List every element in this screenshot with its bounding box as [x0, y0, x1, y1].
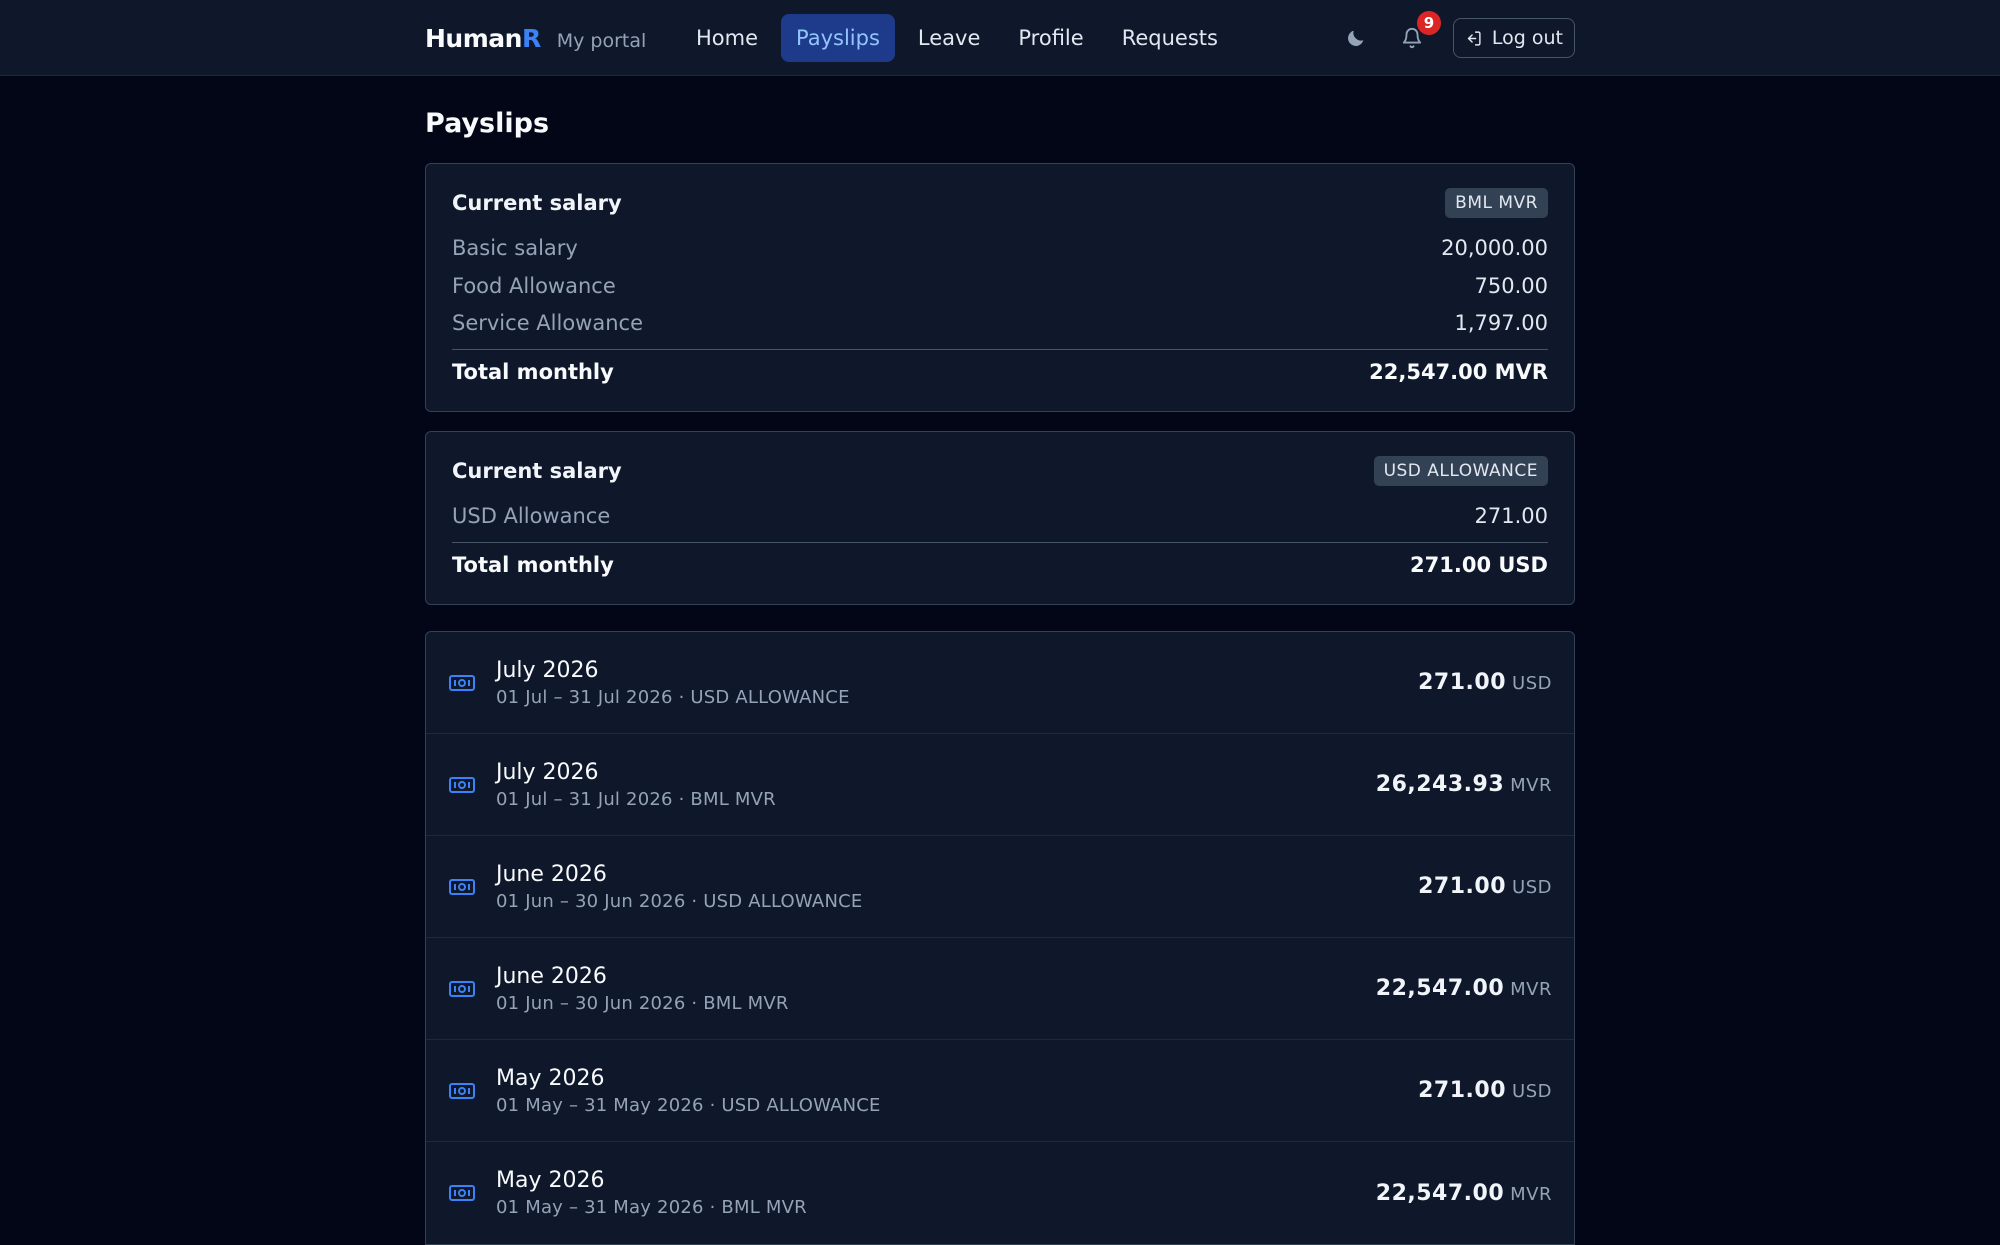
payslip-text: June 2026 01 Jun – 30 Jun 2026 · USD ALL…	[496, 862, 1418, 912]
payslip-amount: 22,547.00 MVR	[1376, 976, 1552, 1001]
payslip-currency: USD	[1512, 673, 1552, 694]
banknote-icon	[449, 674, 475, 691]
card-header: Current salary BML MVR	[452, 188, 1548, 218]
brand-subtitle: My portal	[556, 29, 647, 52]
payslip-amount-value: 271.00	[1418, 874, 1507, 899]
payslip-item[interactable]: July 2026 01 Jul – 31 Jul 2026 · BML MVR…	[426, 734, 1574, 836]
notifications-button[interactable]: 9	[1397, 11, 1441, 53]
salary-row-value: 1,797.00	[1454, 311, 1548, 335]
nav-profile[interactable]: Profile	[1003, 14, 1098, 62]
nav-requests[interactable]: Requests	[1107, 14, 1233, 62]
card-title: Current salary	[452, 459, 622, 483]
payslip-item[interactable]: June 2026 01 Jun – 30 Jun 2026 · USD ALL…	[426, 836, 1574, 938]
payslip-amount: 26,243.93 MVR	[1376, 772, 1552, 797]
main-content: Payslips Current salary BML MVR Basic sa…	[425, 76, 1575, 1245]
salary-row: Food Allowance 750.00	[452, 268, 1548, 306]
main-nav: Home Payslips Leave Profile Requests	[681, 14, 1233, 62]
payslip-amount: 22,547.00 MVR	[1376, 1181, 1552, 1206]
salary-row: Basic salary 20,000.00	[452, 230, 1548, 268]
payslip-text: June 2026 01 Jun – 30 Jun 2026 · BML MVR	[496, 964, 1376, 1014]
salary-row-label: Service Allowance	[452, 311, 643, 335]
payslip-date-range: 01 Jun – 30 Jun 2026 · USD ALLOWANCE	[496, 890, 863, 912]
payslip-date-range: 01 Jul – 31 Jul 2026 · BML MVR	[496, 788, 776, 810]
payslip-period: July 2026	[496, 759, 599, 785]
moon-icon	[1347, 30, 1364, 46]
theme-toggle-button[interactable]	[1341, 23, 1371, 53]
payslip-item[interactable]: June 2026 01 Jun – 30 Jun 2026 · BML MVR…	[426, 938, 1574, 1040]
payslip-period: May 2026	[496, 1168, 605, 1193]
salary-card-usd: Current salary USD ALLOWANCE USD Allowan…	[425, 431, 1575, 605]
logout-label: Log out	[1491, 27, 1563, 49]
payslip-item[interactable]: July 2026 01 Jul – 31 Jul 2026 · USD ALL…	[426, 632, 1574, 734]
salary-row-value: 750.00	[1474, 273, 1548, 298]
payslip-item[interactable]: May 2026 01 May – 31 May 2026 · USD ALLO…	[426, 1040, 1574, 1142]
salary-row-value: 271.00	[1474, 504, 1548, 528]
payslip-text: July 2026 01 Jul – 31 Jul 2026 · BML MVR	[496, 760, 1376, 810]
payslip-date-range: 01 Jun – 30 Jun 2026 · BML MVR	[496, 992, 789, 1014]
card-header: Current salary USD ALLOWANCE	[452, 456, 1548, 486]
brand[interactable]: HumanR My portal	[425, 24, 681, 53]
navbar-inner: HumanR My portal Home Payslips Leave Pro…	[425, 0, 1575, 76]
nav-home[interactable]: Home	[681, 14, 773, 62]
payslip-text: July 2026 01 Jul – 31 Jul 2026 · USD ALL…	[496, 658, 1418, 708]
salary-row-label: Food Allowance	[452, 273, 616, 298]
payslip-amount-value: 271.00	[1418, 670, 1507, 695]
banknote-icon	[449, 1082, 475, 1099]
total-value: 22,547.00 MVR	[1369, 359, 1548, 384]
account-badge: USD ALLOWANCE	[1373, 456, 1548, 486]
brand-logo[interactable]: HumanR	[425, 24, 541, 53]
brand-name-accent: R	[521, 23, 541, 53]
payslip-amount: 271.00 USD	[1418, 1078, 1552, 1103]
total-label: Total monthly	[452, 359, 614, 384]
header-actions: 9 Log out	[1341, 11, 1575, 58]
banknote-icon	[449, 1185, 475, 1201]
payslip-currency: MVR	[1510, 775, 1552, 796]
payslip-amount-value: 271.00	[1418, 1078, 1507, 1103]
page-title: Payslips	[425, 108, 550, 139]
banknote-icon	[449, 980, 475, 997]
payslip-amount-value: 22,547.00	[1375, 1180, 1505, 1206]
salary-row-value: 20,000.00	[1441, 236, 1548, 260]
payslip-period: June 2026	[496, 963, 607, 989]
payslip-text: May 2026 01 May – 31 May 2026 · USD ALLO…	[496, 1066, 1418, 1116]
payslip-currency: MVR	[1510, 979, 1552, 1000]
total-label: Total monthly	[452, 552, 614, 577]
logout-button[interactable]: Log out	[1452, 18, 1575, 58]
account-badge: BML MVR	[1445, 188, 1548, 218]
payslip-date-range: 01 May – 31 May 2026 · USD ALLOWANCE	[496, 1094, 881, 1116]
payslip-date-range: 01 Jul – 31 Jul 2026 · USD ALLOWANCE	[496, 686, 850, 708]
payslip-period: July 2026	[496, 657, 599, 683]
payslip-amount: 271.00 USD	[1418, 874, 1552, 899]
payslip-amount-value: 22,547.00	[1375, 976, 1505, 1001]
nav-leave[interactable]: Leave	[903, 14, 995, 62]
logout-icon	[1467, 30, 1481, 46]
total-value: 271.00 USD	[1410, 552, 1548, 577]
nav-payslips[interactable]: Payslips	[781, 14, 895, 62]
top-navbar: HumanR My portal Home Payslips Leave Pro…	[0, 0, 2000, 76]
payslip-currency: MVR	[1510, 1183, 1552, 1205]
payslip-amount: 271.00 USD	[1418, 670, 1552, 695]
payslip-item[interactable]: May 2026 01 May – 31 May 2026 · BML MVR …	[426, 1142, 1574, 1244]
banknote-icon	[449, 776, 475, 793]
payslip-currency: USD	[1512, 877, 1552, 898]
payslip-currency: USD	[1512, 1081, 1552, 1102]
salary-row-label: USD Allowance	[452, 504, 611, 528]
payslip-period: May 2026	[496, 1065, 605, 1091]
payslip-amount-value: 26,243.93	[1375, 772, 1505, 797]
banknote-icon	[449, 878, 475, 895]
payslip-date-range: 01 May – 31 May 2026 · BML MVR	[496, 1197, 807, 1218]
salary-row: Service Allowance 1,797.00	[452, 305, 1548, 343]
payslip-list: July 2026 01 Jul – 31 Jul 2026 · USD ALL…	[425, 631, 1575, 1245]
payslip-period: June 2026	[496, 861, 607, 887]
salary-card-mvr: Current salary BML MVR Basic salary 20,0…	[425, 163, 1575, 412]
notification-count-badge: 9	[1416, 11, 1441, 35]
salary-row-label: Basic salary	[452, 236, 578, 260]
salary-row: USD Allowance 271.00	[452, 498, 1548, 536]
salary-total-row: Total monthly 22,547.00 MVR	[452, 348, 1548, 392]
payslip-text: May 2026 01 May – 31 May 2026 · BML MVR	[496, 1168, 1376, 1218]
brand-name-main: Human	[425, 23, 522, 53]
card-title: Current salary	[452, 191, 622, 215]
salary-total-row: Total monthly 271.00 USD	[452, 541, 1548, 585]
